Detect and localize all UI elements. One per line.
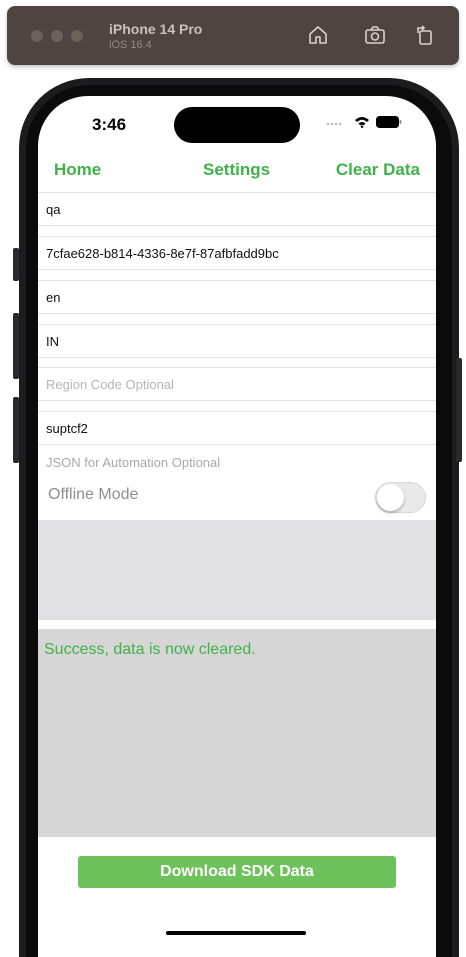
os-version: iOS 16.4 — [109, 39, 152, 51]
home-icon[interactable] — [306, 23, 330, 47]
volume-down-button — [13, 397, 19, 463]
wifi-icon — [355, 117, 369, 128]
dynamic-island — [174, 107, 300, 143]
home-indicator[interactable] — [166, 931, 306, 935]
screenshot-icon[interactable] — [363, 23, 387, 47]
download-sdk-data-button[interactable]: Download SDK Data — [78, 856, 396, 888]
volume-up-button — [13, 313, 19, 379]
region-code-field[interactable]: Region Code Optional — [38, 367, 436, 401]
offline-mode-toggle[interactable] — [375, 482, 426, 513]
zoom-window-button[interactable] — [71, 30, 83, 42]
environment-field[interactable]: qa — [38, 192, 436, 226]
battery-icon — [376, 116, 402, 128]
empty-panel — [38, 520, 436, 620]
clear-data-button[interactable]: Clear Data — [336, 160, 420, 180]
status-time: 3:46 — [92, 115, 127, 134]
home-button[interactable]: Home — [54, 160, 101, 180]
status-message: Success, data is now cleared. — [44, 641, 256, 658]
minimize-window-button[interactable] — [51, 30, 63, 42]
offline-mode-label: Offline Mode — [48, 486, 139, 503]
status-icons — [326, 116, 402, 128]
toggle-knob — [377, 484, 404, 511]
log-panel — [38, 629, 436, 837]
device-name: iPhone 14 Pro — [109, 21, 203, 37]
simulator-title-bar: iPhone 14 Pro iOS 16.4 — [7, 6, 459, 65]
country-field[interactable]: IN — [38, 324, 436, 358]
nav-bar: Home Settings Clear Data — [38, 160, 436, 186]
app-screen: 3:46 Home Settings Clear Data qa 7cfae62… — [38, 96, 436, 957]
cellular-icon — [326, 122, 342, 126]
rotate-icon[interactable] — [413, 23, 437, 47]
id-field[interactable]: 7cfae628-b814-4336-8e7f-87afbfadd9bc — [38, 236, 436, 270]
settings-button[interactable]: Settings — [203, 160, 270, 180]
json-automation-field[interactable]: JSON for Automation Optional — [46, 455, 220, 470]
close-window-button[interactable] — [31, 30, 43, 42]
silent-switch — [13, 248, 19, 281]
language-field[interactable]: en — [38, 280, 436, 314]
user-field[interactable]: suptcf2 — [38, 411, 436, 445]
power-button — [456, 358, 462, 462]
